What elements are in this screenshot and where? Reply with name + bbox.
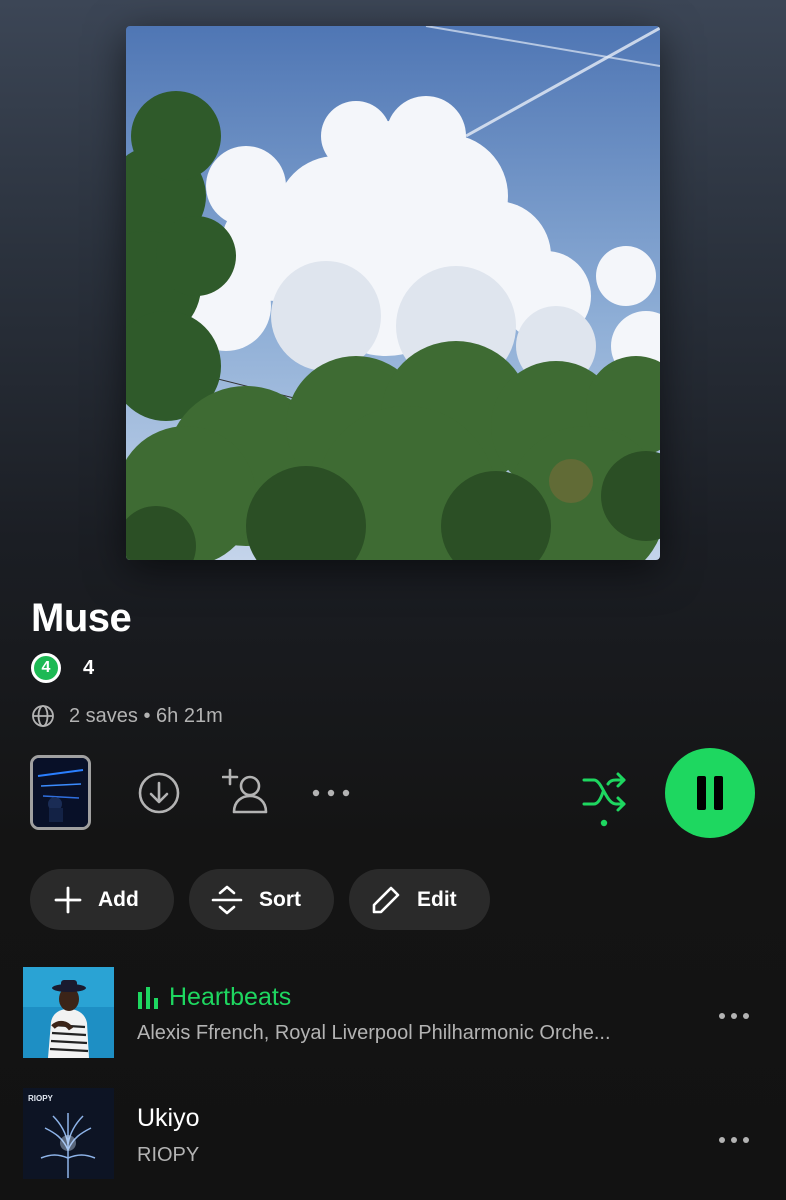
playlist-meta: 2 saves • 6h 21m — [31, 704, 223, 728]
track-artwork — [23, 967, 114, 1058]
add-collaborator-button[interactable] — [222, 768, 272, 816]
track-row[interactable]: RIOPY Ukiyo RIOPY — [0, 1088, 786, 1180]
sort-icon — [211, 885, 243, 914]
edit-button[interactable]: Edit — [349, 869, 490, 930]
pause-icon — [697, 776, 723, 810]
pencil-icon — [372, 886, 400, 913]
playlist-title: Muse — [31, 596, 132, 640]
more-options-button[interactable] — [311, 783, 351, 803]
more-icon — [719, 1137, 749, 1143]
shuffle-button[interactable] — [580, 770, 630, 830]
more-icon — [312, 789, 350, 797]
owner-row[interactable]: 4 4 — [31, 653, 94, 683]
download-button[interactable] — [137, 771, 181, 815]
track-row[interactable]: Heartbeats Alexis Ffrench, Royal Liverpo… — [0, 967, 786, 1059]
add-button[interactable]: Add — [30, 869, 174, 930]
owner-avatar[interactable]: 4 — [31, 653, 61, 683]
track-more-button[interactable] — [718, 1007, 750, 1025]
globe-icon — [32, 705, 54, 727]
playlist-preview-thumbnail[interactable] — [30, 755, 91, 830]
saves-duration: 2 saves • 6h 21m — [69, 704, 223, 727]
plus-icon — [54, 886, 82, 913]
shuffle-icon — [582, 772, 626, 827]
equalizer-icon — [138, 986, 158, 1009]
track-artwork: RIOPY — [23, 1088, 114, 1179]
add-label: Add — [98, 887, 139, 911]
track-artist: Alexis Ffrench, Royal Liverpool Philharm… — [137, 1022, 611, 1044]
add-user-icon — [222, 768, 268, 814]
edit-label: Edit — [417, 887, 457, 911]
download-icon — [138, 772, 180, 814]
sort-label: Sort — [259, 887, 301, 911]
owner-name[interactable]: 4 — [83, 657, 94, 680]
track-more-button[interactable] — [718, 1131, 750, 1149]
more-icon — [719, 1013, 749, 1019]
track-artist: RIOPY — [137, 1144, 200, 1166]
track-title-text: Heartbeats — [169, 983, 292, 1011]
artwork-label: RIOPY — [28, 1094, 54, 1103]
pause-button[interactable] — [665, 748, 755, 838]
track-title: Ukiyo — [137, 1104, 200, 1132]
playlist-cover — [126, 26, 660, 560]
sort-button[interactable]: Sort — [189, 869, 334, 930]
track-title: Heartbeats — [137, 983, 291, 1012]
